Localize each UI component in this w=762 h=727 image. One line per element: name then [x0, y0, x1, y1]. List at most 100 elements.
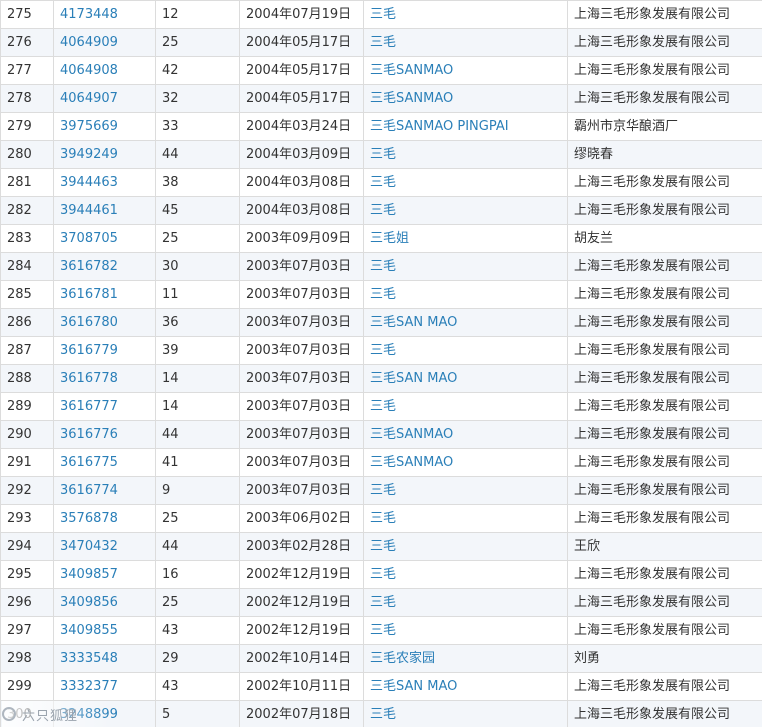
row-number: 280: [0, 140, 54, 169]
trademark-name-link[interactable]: 三毛SAN MAO: [363, 672, 568, 701]
trademark-name-link[interactable]: 三毛SANMAO: [363, 420, 568, 449]
row-number: 289: [0, 392, 54, 421]
application-date: 2004年03月08日: [239, 168, 364, 197]
registration-number-link[interactable]: 3944463: [53, 168, 156, 197]
trademark-list-page: 275 4173448 12 2004年07月19日 三毛 上海三毛形象发展有限公司 276…: [0, 0, 762, 727]
registration-number-link[interactable]: 3470432: [53, 532, 156, 561]
row-number: 299: [0, 672, 54, 701]
trademark-name-link[interactable]: 三毛SAN MAO: [363, 364, 568, 393]
registration-number-link[interactable]: 3949249: [53, 140, 156, 169]
application-date: 2003年07月03日: [239, 308, 364, 337]
table-row: 298 3333548 29 2002年10月14日 三毛农家园 刘勇: [0, 644, 762, 673]
trademark-name-link[interactable]: 三毛: [363, 588, 568, 617]
registration-number-link[interactable]: 3409855: [53, 616, 156, 645]
application-date: 2002年12月19日: [239, 616, 364, 645]
application-date: 2002年10月14日: [239, 644, 364, 673]
registration-number-link[interactable]: 3576878: [53, 504, 156, 533]
trademark-name-link[interactable]: 三毛SANMAO: [363, 448, 568, 477]
trademark-name-link[interactable]: 三毛: [363, 504, 568, 533]
row-number: 290: [0, 420, 54, 449]
registration-number-link[interactable]: 3333548: [53, 644, 156, 673]
class-number: 32: [155, 84, 240, 113]
table-row: 289 3616777 14 2003年07月03日 三毛 上海三毛形象发展有限公司: [0, 392, 762, 421]
registration-number-link[interactable]: 3708705: [53, 224, 156, 253]
trademark-name-link[interactable]: 三毛: [363, 532, 568, 561]
table-row: 285 3616781 11 2003年07月03日 三毛 上海三毛形象发展有限公司: [0, 280, 762, 309]
table-row: 299 3332377 43 2002年10月11日 三毛SAN MAO 上海三毛形象发展…: [0, 672, 762, 701]
applicant-name: 上海三毛形象发展有限公司: [567, 364, 762, 393]
row-number: 281: [0, 168, 54, 197]
class-number: 38: [155, 168, 240, 197]
watermark-logo-icon: [2, 707, 16, 721]
registration-number-link[interactable]: 4064909: [53, 28, 156, 57]
class-number: 42: [155, 56, 240, 85]
registration-number-link[interactable]: 3616775: [53, 448, 156, 477]
registration-number-link[interactable]: 3944461: [53, 196, 156, 225]
class-number: 14: [155, 364, 240, 393]
registration-number-link[interactable]: 4173448: [53, 0, 156, 29]
table-row: 295 3409857 16 2002年12月19日 三毛 上海三毛形象发展有限公司: [0, 560, 762, 589]
registration-number-link[interactable]: 3616779: [53, 336, 156, 365]
trademark-name-link[interactable]: 三毛: [363, 336, 568, 365]
registration-number-link[interactable]: 4064907: [53, 84, 156, 113]
row-number: 288: [0, 364, 54, 393]
table-row: 288 3616778 14 2003年07月03日 三毛SAN MAO 上海三毛形象发展…: [0, 364, 762, 393]
watermark-text: 六只狐狸: [22, 708, 79, 724]
trademark-name-link[interactable]: 三毛SANMAO: [363, 56, 568, 85]
application-date: 2004年05月17日: [239, 28, 364, 57]
row-number: 296: [0, 588, 54, 617]
trademark-name-link[interactable]: 三毛: [363, 168, 568, 197]
registration-number-link[interactable]: 3409857: [53, 560, 156, 589]
registration-number-link[interactable]: 3616782: [53, 252, 156, 281]
registration-number-link[interactable]: 3616780: [53, 308, 156, 337]
registration-number-link[interactable]: 3975669: [53, 112, 156, 141]
row-number: 283: [0, 224, 54, 253]
applicant-name: 霸州市京华酿酒厂: [567, 112, 762, 141]
class-number: 43: [155, 616, 240, 645]
applicant-name: 上海三毛形象发展有限公司: [567, 196, 762, 225]
trademark-name-link[interactable]: 三毛: [363, 0, 568, 29]
trademark-name-link[interactable]: 三毛: [363, 476, 568, 505]
trademark-name-link[interactable]: 三毛: [363, 560, 568, 589]
trademark-name-link[interactable]: 三毛姐: [363, 224, 568, 253]
class-number: 29: [155, 644, 240, 673]
application-date: 2003年07月03日: [239, 420, 364, 449]
class-number: 33: [155, 112, 240, 141]
applicant-name: 上海三毛形象发展有限公司: [567, 280, 762, 309]
trademark-name-link[interactable]: 三毛: [363, 252, 568, 281]
trademark-name-link[interactable]: 三毛: [363, 28, 568, 57]
table-row: 296 3409856 25 2002年12月19日 三毛 上海三毛形象发展有限公司: [0, 588, 762, 617]
class-number: 9: [155, 476, 240, 505]
row-number: 294: [0, 532, 54, 561]
trademark-name-link[interactable]: 三毛农家园: [363, 644, 568, 673]
registration-number-link[interactable]: 3616777: [53, 392, 156, 421]
registration-number-link[interactable]: 3409856: [53, 588, 156, 617]
trademark-name-link[interactable]: 三毛: [363, 392, 568, 421]
trademark-name-link[interactable]: 三毛: [363, 616, 568, 645]
applicant-name: 上海三毛形象发展有限公司: [567, 308, 762, 337]
trademark-name-link[interactable]: 三毛: [363, 280, 568, 309]
applicant-name: 刘勇: [567, 644, 762, 673]
trademark-name-link[interactable]: 三毛SANMAO: [363, 84, 568, 113]
row-number: 295: [0, 560, 54, 589]
applicant-name: 上海三毛形象发展有限公司: [567, 168, 762, 197]
watermark: 六只狐狸: [2, 701, 112, 727]
table-row: 280 3949249 44 2004年03月09日 三毛 缪晓春: [0, 140, 762, 169]
class-number: 44: [155, 420, 240, 449]
trademark-name-link[interactable]: 三毛: [363, 140, 568, 169]
registration-number-link[interactable]: 3332377: [53, 672, 156, 701]
registration-number-link[interactable]: 3616778: [53, 364, 156, 393]
class-number: 43: [155, 672, 240, 701]
registration-number-link[interactable]: 3616774: [53, 476, 156, 505]
trademark-name-link[interactable]: 三毛SAN MAO: [363, 308, 568, 337]
trademark-name-link[interactable]: 三毛: [363, 700, 568, 727]
trademark-name-link[interactable]: 三毛: [363, 196, 568, 225]
registration-number-link[interactable]: 3616781: [53, 280, 156, 309]
applicant-name: 上海三毛形象发展有限公司: [567, 392, 762, 421]
application-date: 2003年02月28日: [239, 532, 364, 561]
table-row: 300324889952002年07月18日三毛上海三毛形象发展有限公司: [0, 700, 762, 727]
registration-number-link[interactable]: 4064908: [53, 56, 156, 85]
row-number: 287: [0, 336, 54, 365]
trademark-name-link[interactable]: 三毛SANMAO PINGPAI: [363, 112, 568, 141]
registration-number-link[interactable]: 3616776: [53, 420, 156, 449]
